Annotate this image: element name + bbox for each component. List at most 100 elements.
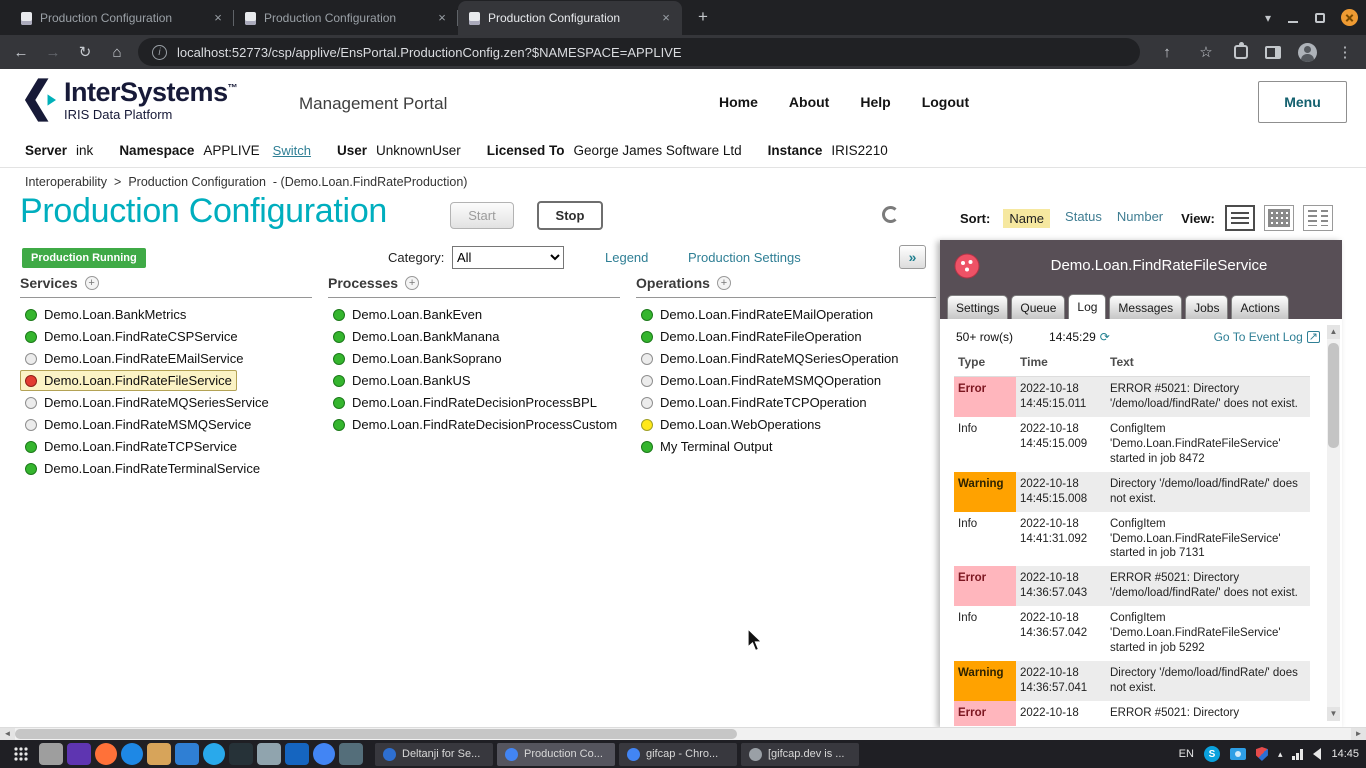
text-editor-icon[interactable]	[257, 743, 281, 765]
back-button[interactable]: ←	[10, 44, 32, 61]
view-list-button[interactable]	[1225, 205, 1255, 231]
config-item[interactable]: Demo.Loan.FindRateFileService	[20, 370, 237, 391]
vscode-icon[interactable]	[175, 743, 199, 765]
scroll-up-arrow-icon[interactable]: ▲	[1327, 325, 1340, 339]
browser-tab[interactable]: Production Configuration×	[458, 1, 682, 35]
config-item[interactable]: Demo.Loan.FindRateFileOperation	[636, 326, 867, 347]
profile-avatar-icon[interactable]	[1298, 43, 1317, 62]
camera-icon[interactable]	[1230, 748, 1246, 760]
tab-close-icon[interactable]: ×	[658, 10, 674, 26]
production-settings-link[interactable]: Production Settings	[688, 250, 801, 265]
browser-tab[interactable]: Production Configuration×	[10, 1, 234, 35]
panel-tab-actions[interactable]: Actions	[1231, 295, 1288, 319]
shield-icon[interactable]	[1256, 747, 1268, 761]
applications-menu-icon[interactable]	[7, 742, 35, 766]
virtualbox-icon[interactable]	[285, 743, 309, 765]
taskbar-window-button[interactable]: [gifcap.dev is ...	[741, 743, 859, 766]
files-folder-icon[interactable]	[147, 743, 171, 765]
browser-icon[interactable]	[121, 743, 143, 765]
config-item[interactable]: Demo.Loan.FindRateEMailOperation	[636, 304, 878, 325]
network-signal-icon[interactable]	[1292, 749, 1303, 760]
mail-icon[interactable]	[339, 743, 363, 765]
volume-icon[interactable]	[1313, 748, 1321, 760]
stop-button[interactable]: Stop	[537, 201, 603, 230]
add-item-plus-icon[interactable]: +	[717, 276, 731, 290]
scroll-right-arrow-icon[interactable]: ►	[1351, 728, 1366, 740]
nav-link-about[interactable]: About	[789, 94, 829, 110]
config-item[interactable]: Demo.Loan.BankUS	[328, 370, 476, 391]
config-item[interactable]: Demo.Loan.WebOperations	[636, 414, 826, 435]
config-item[interactable]: Demo.Loan.FindRateTCPOperation	[636, 392, 872, 413]
config-item[interactable]: Demo.Loan.FindRateTerminalService	[20, 458, 265, 479]
scrollbar-thumb[interactable]	[1328, 343, 1339, 448]
tab-close-icon[interactable]: ×	[434, 10, 450, 26]
nav-link-help[interactable]: Help	[860, 94, 890, 110]
tab-search-chevron-icon[interactable]: ▾	[1265, 11, 1271, 25]
reload-button[interactable]: ↻	[74, 43, 96, 61]
add-item-plus-icon[interactable]: +	[405, 276, 419, 290]
file-manager-icon[interactable]	[39, 743, 63, 765]
start-button[interactable]: Start	[450, 202, 514, 229]
config-item[interactable]: Demo.Loan.FindRateMSMQOperation	[636, 370, 886, 391]
menu-button[interactable]: Menu	[1258, 81, 1347, 123]
tray-expand-icon[interactable]: ▴	[1278, 749, 1283, 760]
window-maximize-button[interactable]	[1315, 13, 1325, 23]
panel-tab-jobs[interactable]: Jobs	[1185, 295, 1228, 319]
add-item-plus-icon[interactable]: +	[85, 276, 99, 290]
config-item[interactable]: Demo.Loan.FindRateDecisionProcessBPL	[328, 392, 602, 413]
category-select[interactable]: All	[452, 246, 564, 269]
window-close-button[interactable]	[1341, 9, 1358, 26]
sort-option-number[interactable]: Number	[1117, 209, 1163, 228]
config-item[interactable]: Demo.Loan.FindRateMQSeriesService	[20, 392, 274, 413]
home-button[interactable]: ⌂	[106, 44, 128, 61]
page-horizontal-scrollbar[interactable]: ◄ ►	[0, 727, 1366, 740]
share-icon[interactable]: ↑	[1156, 44, 1178, 61]
sort-option-status[interactable]: Status	[1065, 209, 1102, 228]
nav-link-logout[interactable]: Logout	[922, 94, 969, 110]
taskbar-window-button[interactable]: gifcap - Chro...	[619, 743, 737, 766]
extensions-puzzle-icon[interactable]	[1234, 45, 1248, 59]
firefox-icon[interactable]	[95, 743, 117, 765]
config-item[interactable]: Demo.Loan.FindRateEMailService	[20, 348, 248, 369]
media-player-icon[interactable]	[67, 743, 91, 765]
expand-panel-button[interactable]: »	[899, 245, 926, 269]
refresh-icon[interactable]: ⟳	[1100, 330, 1110, 344]
panel-tab-settings[interactable]: Settings	[947, 295, 1008, 319]
panel-scrollbar[interactable]: ▲ ▼	[1327, 325, 1340, 721]
config-item[interactable]: Demo.Loan.BankManana	[328, 326, 504, 347]
browser-tab[interactable]: Production Configuration×	[234, 1, 458, 35]
new-tab-button[interactable]: +	[690, 5, 716, 31]
view-grid-button[interactable]	[1264, 205, 1294, 231]
horizontal-scrollbar-thumb[interactable]	[15, 729, 737, 739]
sort-option-name[interactable]: Name	[1003, 209, 1050, 228]
tab-close-icon[interactable]: ×	[210, 10, 226, 26]
site-info-icon[interactable]: i	[152, 45, 167, 60]
taskbar-window-button[interactable]: Deltanji for Se...	[375, 743, 493, 766]
config-item[interactable]: Demo.Loan.FindRateDecisionProcessCustom	[328, 414, 620, 435]
telegram-icon[interactable]	[203, 743, 225, 765]
bookmark-star-icon[interactable]: ☆	[1195, 43, 1217, 61]
config-item[interactable]: Demo.Loan.BankEven	[328, 304, 487, 325]
config-item[interactable]: Demo.Loan.FindRateMSMQService	[20, 414, 256, 435]
browser-menu-kebab-icon[interactable]: ⋮	[1334, 43, 1356, 61]
skype-icon[interactable]: S	[1204, 746, 1220, 762]
switch-namespace-link[interactable]: Switch	[273, 143, 311, 158]
scroll-left-arrow-icon[interactable]: ◄	[0, 728, 15, 740]
panel-tab-log[interactable]: Log	[1068, 294, 1106, 319]
config-item[interactable]: Demo.Loan.FindRateTCPService	[20, 436, 242, 457]
forward-button[interactable]: →	[42, 44, 64, 61]
scroll-down-arrow-icon[interactable]: ▼	[1327, 707, 1340, 721]
breadcrumb-interoperability[interactable]: Interoperability	[25, 175, 107, 189]
config-item[interactable]: Demo.Loan.BankSoprano	[328, 348, 507, 369]
view-split-button[interactable]	[1303, 205, 1333, 231]
breadcrumb-production-configuration[interactable]: Production Configuration	[128, 175, 266, 189]
legend-link[interactable]: Legend	[605, 250, 648, 265]
panel-tab-queue[interactable]: Queue	[1011, 295, 1065, 319]
language-indicator[interactable]: EN	[1179, 748, 1194, 760]
config-item[interactable]: Demo.Loan.FindRateMQSeriesOperation	[636, 348, 903, 369]
nav-link-home[interactable]: Home	[719, 94, 758, 110]
side-panel-icon[interactable]	[1265, 46, 1281, 59]
window-minimize-button[interactable]	[1287, 12, 1299, 24]
taskbar-window-button[interactable]: Production Co...	[497, 743, 615, 766]
config-item[interactable]: My Terminal Output	[636, 436, 777, 457]
